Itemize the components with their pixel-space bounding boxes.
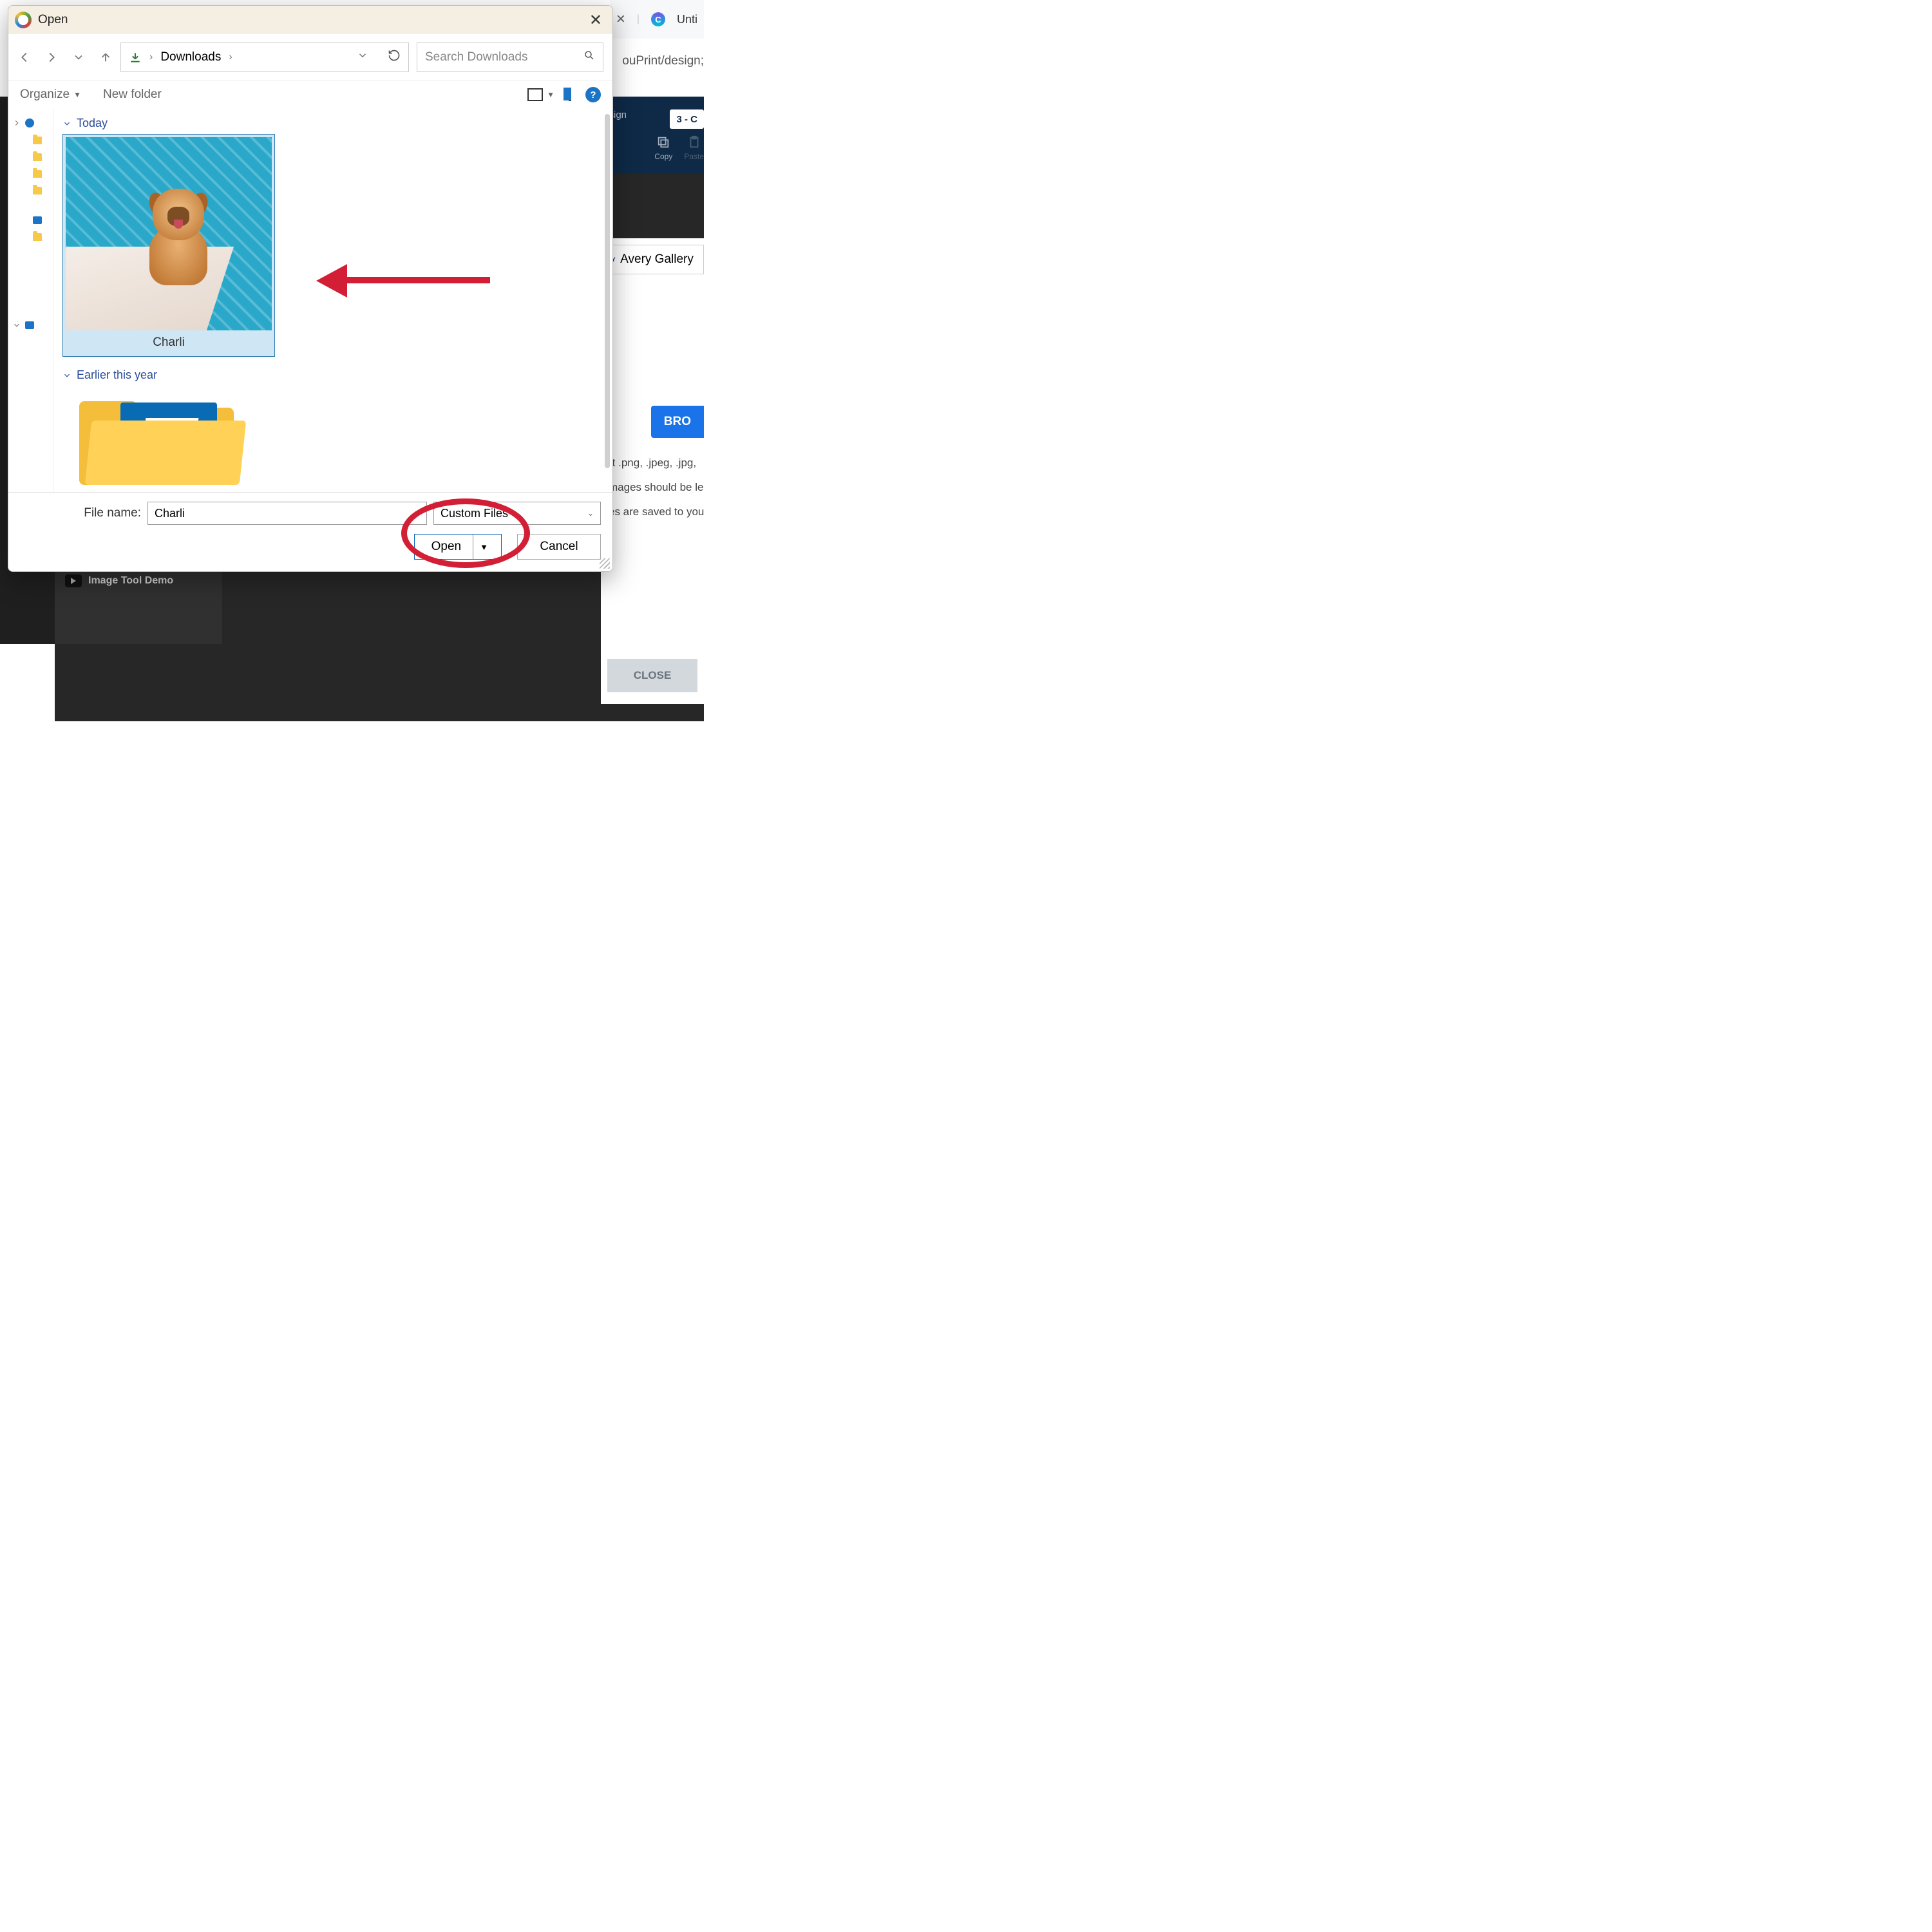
search-icon — [583, 50, 595, 65]
organize-menu[interactable]: Organize ▼ — [20, 88, 81, 102]
nav-recent-icon[interactable] — [71, 50, 86, 64]
refresh-icon[interactable] — [388, 49, 401, 65]
tree-node[interactable] — [8, 149, 53, 166]
hint-text: es are saved to you — [601, 500, 704, 524]
scrollbar[interactable] — [605, 114, 610, 468]
copy-button[interactable]: Copy — [654, 135, 672, 161]
avery-gallery-label: Avery Gallery — [620, 252, 694, 267]
file-list[interactable]: Today Charli Earli — [53, 109, 612, 492]
nav-back-icon[interactable] — [17, 50, 32, 64]
new-folder-button[interactable]: New folder — [103, 88, 162, 102]
browse-button[interactable]: BRO — [651, 406, 704, 438]
file-name-label: File name: — [20, 506, 141, 520]
paste-label: Paste — [684, 152, 704, 161]
tab-close-icon[interactable]: × — [616, 10, 625, 28]
folder-thumbnail[interactable] — [62, 395, 243, 485]
nav-up-icon[interactable] — [99, 50, 113, 64]
tree-expand[interactable] — [8, 316, 53, 334]
chevron-right-icon: › — [149, 52, 153, 63]
tree-node[interactable] — [8, 166, 53, 182]
file-name-value: Charli — [155, 507, 185, 520]
resize-grip[interactable] — [600, 558, 610, 569]
chevron-right-icon: › — [229, 52, 232, 63]
file-open-dialog: Open ✕ › Downloads › Search Downloads Or… — [8, 5, 613, 572]
cancel-button[interactable]: Cancel — [517, 534, 601, 560]
tab-title: Unti — [677, 13, 697, 26]
view-mode-button[interactable]: ▼ — [527, 88, 554, 101]
chevron-down-icon[interactable] — [357, 50, 368, 64]
hint-text: mages should be le — [601, 475, 704, 500]
open-button[interactable]: Open ▼ — [414, 534, 502, 560]
file-name-input[interactable]: Charli ⌄ — [147, 502, 427, 525]
file-name-label: Charli — [153, 330, 185, 354]
breadcrumb-segment[interactable]: Downloads — [160, 50, 221, 64]
video-icon — [65, 574, 82, 587]
panel-close-button[interactable]: CLOSE — [607, 659, 697, 692]
preview-pane-button[interactable] — [569, 89, 571, 100]
folder-tree[interactable] — [8, 109, 53, 492]
hint-text: rt .png, .jpeg, .jpg, — [601, 451, 704, 475]
tree-node[interactable] — [8, 182, 53, 199]
copy-label: Copy — [654, 152, 672, 161]
open-button-dropdown[interactable]: ▼ — [473, 542, 491, 552]
nav-forward-icon[interactable] — [44, 50, 59, 64]
address-bar-fragment: ouPrint/design; — [622, 48, 704, 74]
tree-node[interactable] — [8, 132, 53, 149]
tab-favicon — [651, 12, 665, 26]
dialog-title: Open — [38, 13, 68, 27]
file-type-value: Custom Files — [440, 507, 508, 520]
group-header-today[interactable]: Today — [62, 117, 603, 130]
file-thumbnail[interactable]: Charli — [62, 134, 275, 357]
group-label: Today — [77, 117, 108, 130]
download-icon — [129, 51, 142, 64]
tree-node[interactable] — [8, 229, 53, 245]
chevron-down-icon[interactable]: ⌄ — [413, 509, 420, 518]
group-header-earlier[interactable]: Earlier this year — [62, 368, 603, 382]
paste-button[interactable]: Paste — [684, 135, 704, 161]
wizard-step-current[interactable]: 3 - C — [670, 109, 704, 129]
help-icon[interactable]: ? — [585, 87, 601, 102]
search-input[interactable]: Search Downloads — [417, 43, 603, 72]
tree-node[interactable] — [8, 114, 53, 132]
search-placeholder: Search Downloads — [425, 50, 527, 64]
thumbnail-image — [66, 137, 272, 330]
cancel-button-label: Cancel — [540, 540, 578, 554]
sidebar-item-label: Image Tool Demo — [88, 575, 173, 587]
close-icon[interactable]: ✕ — [585, 11, 606, 30]
chevron-down-icon[interactable]: ⌄ — [587, 509, 594, 518]
breadcrumb[interactable]: › Downloads › — [120, 43, 409, 72]
avery-gallery-tab[interactable]: RY Avery Gallery — [601, 245, 704, 274]
file-type-select[interactable]: Custom Files ⌄ — [433, 502, 601, 525]
open-button-label: Open — [431, 540, 461, 554]
app-icon — [15, 12, 32, 28]
group-label: Earlier this year — [77, 368, 157, 382]
tree-node[interactable] — [8, 212, 53, 229]
